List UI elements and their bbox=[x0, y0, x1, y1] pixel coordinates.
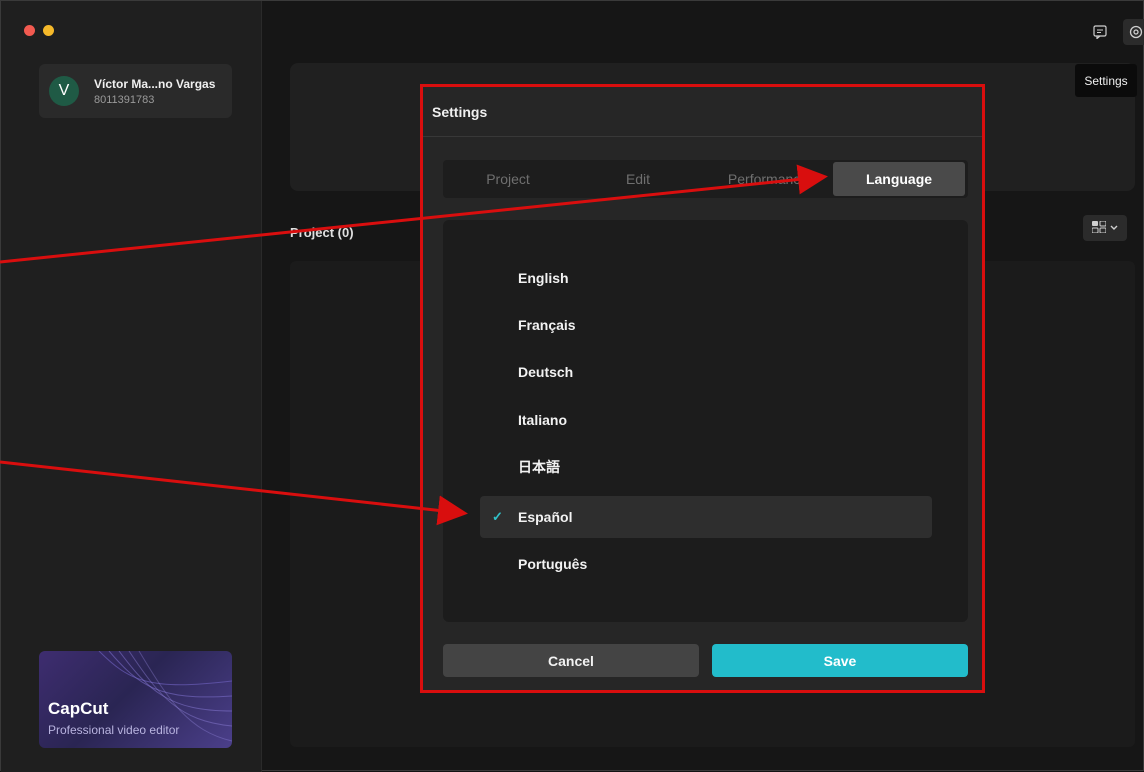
divider bbox=[423, 136, 982, 137]
language-list: English Français Deutsch Italiano 日本語 ✓ … bbox=[443, 220, 968, 622]
user-name: Víctor Ma...no Vargas bbox=[94, 77, 216, 91]
language-option-espanol[interactable]: ✓ Español bbox=[480, 496, 932, 538]
language-option-francais[interactable]: Français bbox=[480, 304, 932, 346]
settings-icon[interactable] bbox=[1123, 19, 1144, 45]
language-label: Deutsch bbox=[518, 364, 574, 380]
language-option-english[interactable]: English bbox=[480, 257, 932, 299]
capcut-promo-card[interactable]: CapCut Professional video editor bbox=[39, 651, 232, 748]
avatar: V bbox=[49, 76, 79, 106]
language-label: 日本語 bbox=[518, 460, 560, 476]
language-label: Français bbox=[518, 317, 576, 333]
close-window-button[interactable] bbox=[24, 25, 35, 36]
language-option-japanese[interactable]: 日本語 bbox=[480, 446, 932, 488]
capcut-window: V Víctor Ma...no Vargas 8011391783 CapCu… bbox=[0, 0, 1144, 772]
language-label: English bbox=[518, 270, 569, 286]
feedback-icon[interactable] bbox=[1087, 19, 1113, 45]
tab-language[interactable]: Language bbox=[833, 162, 965, 196]
user-account-card[interactable]: V Víctor Ma...no Vargas 8011391783 bbox=[39, 64, 232, 118]
grid-view-icon bbox=[1091, 220, 1107, 236]
project-count-label: Project (0) bbox=[290, 225, 354, 240]
language-option-deutsch[interactable]: Deutsch bbox=[480, 351, 932, 393]
promo-subtitle: Professional video editor bbox=[48, 723, 180, 737]
tab-performance[interactable]: Performance bbox=[703, 160, 833, 198]
language-label: Español bbox=[518, 509, 573, 525]
settings-tabs: Project Edit Performance Language bbox=[443, 160, 968, 198]
settings-dialog: Settings Project Edit Performance Langua… bbox=[420, 84, 985, 693]
language-label: Italiano bbox=[518, 412, 568, 428]
language-option-portugues[interactable]: Português bbox=[480, 543, 932, 585]
language-option-italiano[interactable]: Italiano bbox=[480, 399, 932, 441]
save-button[interactable]: Save bbox=[712, 644, 968, 677]
tab-project[interactable]: Project bbox=[443, 160, 573, 198]
settings-tooltip: Settings bbox=[1075, 64, 1137, 97]
sidebar: V Víctor Ma...no Vargas 8011391783 CapCu… bbox=[1, 1, 262, 772]
chevron-down-icon bbox=[1110, 223, 1118, 234]
dialog-title: Settings bbox=[432, 104, 488, 120]
checkmark-icon: ✓ bbox=[492, 509, 503, 524]
tab-edit[interactable]: Edit bbox=[573, 160, 703, 198]
promo-brand: CapCut bbox=[48, 699, 109, 718]
view-mode-toggle[interactable] bbox=[1083, 215, 1127, 241]
cancel-button[interactable]: Cancel bbox=[443, 644, 699, 677]
user-id: 8011391783 bbox=[94, 94, 155, 106]
minimize-window-button[interactable] bbox=[43, 25, 54, 36]
language-label: Português bbox=[518, 556, 588, 572]
